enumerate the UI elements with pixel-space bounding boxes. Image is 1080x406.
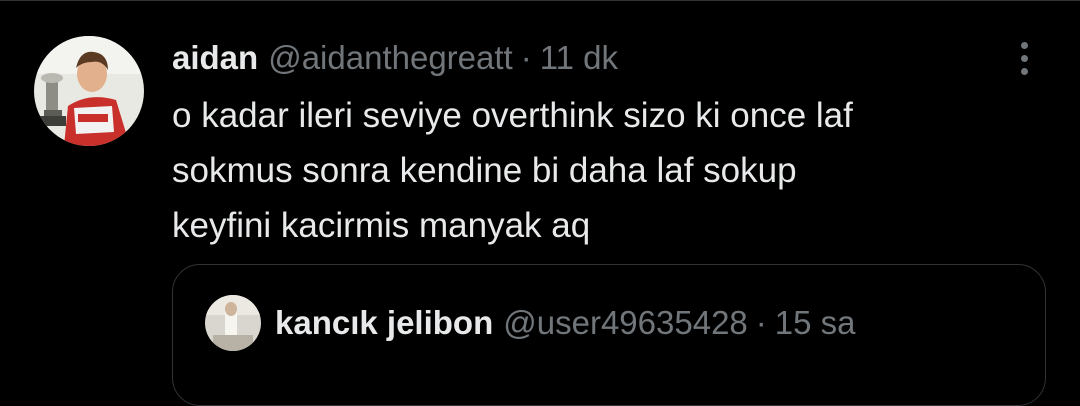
quoted-author-display-name[interactable]: kancık jelibon: [275, 304, 493, 342]
more-vertical-icon-dot: [1020, 54, 1028, 62]
quoted-separator-dot: ·: [755, 304, 767, 341]
quoted-tweet-timestamp[interactable]: 15 sa: [775, 304, 856, 342]
quoted-avatar-photo-icon: [205, 295, 261, 351]
avatar-photo-icon: [34, 36, 144, 146]
tweet-text: o kadar ileri seviye overthink sizo ki o…: [172, 96, 853, 245]
quoted-author-avatar[interactable]: [205, 295, 261, 351]
tweet-header: aidan @aidanthegreatt · 11 dk: [172, 36, 618, 80]
author-avatar[interactable]: [34, 36, 144, 146]
separator-dot: ·: [520, 39, 532, 76]
tweet[interactable]: aidan @aidanthegreatt · 11 dk o kadar il…: [0, 0, 1080, 406]
author-handle[interactable]: @aidanthegreatt: [268, 38, 513, 78]
author-display-name[interactable]: aidan: [172, 38, 258, 78]
quoted-tweet-header: kancık jelibon @user49635428 · 15 sa: [275, 301, 856, 345]
more-vertical-icon-dot: [1020, 67, 1028, 75]
more-vertical-icon-dot: [1020, 41, 1028, 49]
tweet-timestamp[interactable]: 11 dk: [540, 38, 618, 78]
more-options-button[interactable]: [1006, 38, 1042, 78]
quoted-tweet-card[interactable]: kancık jelibon @user49635428 · 15 sa: [172, 264, 1046, 406]
quoted-author-handle[interactable]: @user49635428: [503, 304, 748, 342]
